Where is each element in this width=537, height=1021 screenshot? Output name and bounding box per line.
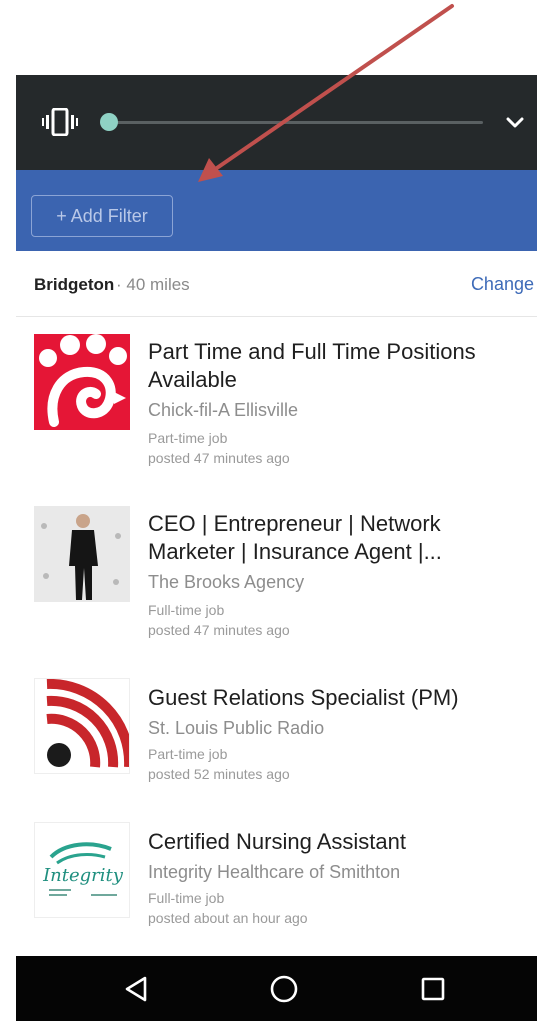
- integrity-healthcare-logo: Integrity: [34, 822, 130, 918]
- volume-slider-thumb[interactable]: [100, 113, 118, 131]
- st-louis-public-radio-logo: [34, 678, 130, 774]
- job-type: Part-time job: [148, 746, 228, 762]
- job-company: St. Louis Public Radio: [148, 718, 325, 738]
- brooks-agency-photo: [34, 506, 130, 602]
- job-listing[interactable]: Integrity Certified Nursing Assistant In…: [0, 820, 537, 950]
- location-city: Bridgeton: [34, 275, 115, 294]
- job-listing[interactable]: CEO | Entrepreneur | Network Marketer | …: [0, 502, 537, 652]
- recent-apps-icon[interactable]: [421, 977, 445, 1001]
- change-location-link[interactable]: Change: [471, 274, 534, 295]
- job-company: The Brooks Agency: [148, 572, 305, 592]
- job-title[interactable]: Certified Nursing Assistant: [148, 828, 528, 856]
- back-triangle-icon[interactable]: [123, 975, 149, 1003]
- job-listing[interactable]: Guest Relations Specialist (PM) St. Loui…: [0, 676, 537, 806]
- vibrate-icon[interactable]: [42, 108, 78, 136]
- job-title[interactable]: Guest Relations Specialist (PM): [148, 684, 528, 712]
- volume-slider-track[interactable]: [111, 121, 483, 124]
- job-posted-time: posted 52 minutes ago: [148, 766, 290, 782]
- job-title[interactable]: CEO | Entrepreneur | Network Marketer | …: [148, 510, 528, 566]
- chick-fil-a-logo: [34, 334, 130, 430]
- svg-text:Integrity: Integrity: [42, 865, 124, 886]
- job-type: Full-time job: [148, 602, 225, 618]
- job-type: Part-time job: [148, 430, 228, 446]
- job-title[interactable]: Part Time and Full Time Positions Availa…: [148, 338, 528, 394]
- job-listing[interactable]: Part Time and Full Time Positions Availa…: [0, 330, 537, 480]
- job-posted-time: posted 47 minutes ago: [148, 622, 290, 638]
- add-filter-button[interactable]: + Add Filter: [31, 195, 173, 237]
- job-posted-time: posted about an hour ago: [148, 910, 308, 926]
- job-company: Integrity Healthcare of Smithton: [148, 862, 401, 882]
- volume-bar: [16, 75, 537, 170]
- location-radius: · 40 miles: [116, 275, 190, 294]
- job-company: Chick-fil-A Ellisville: [148, 400, 299, 420]
- filter-bar: + Add Filter: [16, 170, 537, 251]
- home-circle-icon[interactable]: [269, 974, 299, 1004]
- system-nav-bar: [16, 956, 537, 1021]
- chevron-down-icon[interactable]: [504, 111, 526, 133]
- job-posted-time: posted 47 minutes ago: [148, 450, 290, 466]
- job-type: Full-time job: [148, 890, 225, 906]
- location-row: Bridgeton · 40 miles Change: [16, 251, 537, 317]
